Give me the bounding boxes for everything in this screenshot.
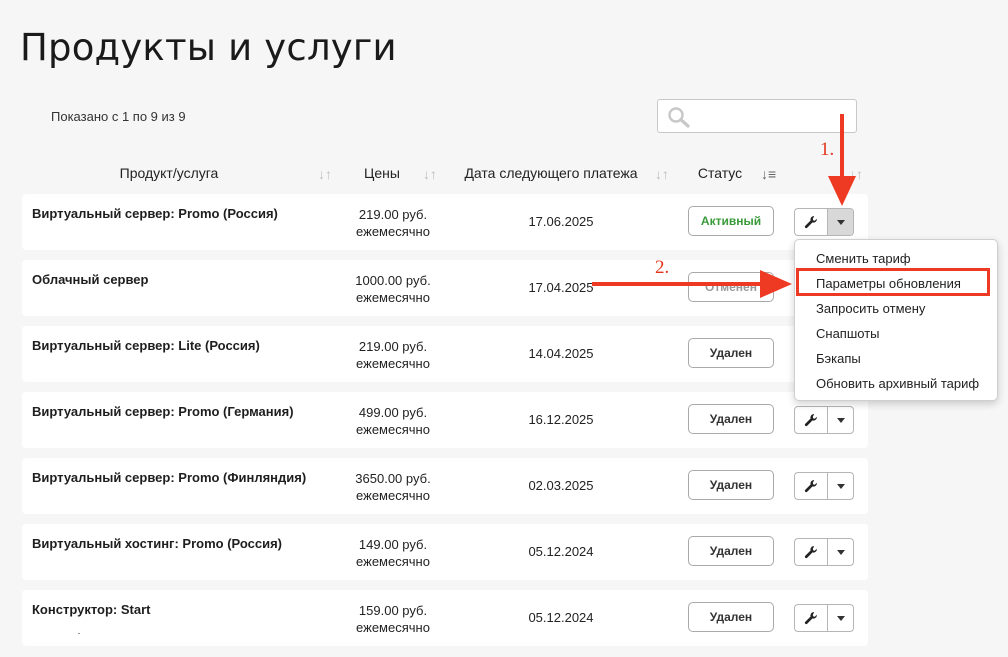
sort-icon[interactable]: ↓↑	[849, 166, 863, 182]
table-row[interactable]: Конструктор: Start 159.00 руб. ежемесячно…	[22, 590, 868, 646]
price: 159.00 руб. ежемесячно	[356, 603, 430, 635]
product-name[interactable]: Виртуальный сервер: Promo (Германия)	[32, 404, 294, 419]
sort-icon[interactable]: ↓≡	[761, 166, 776, 182]
menu-item-snapshots[interactable]: Снапшоты	[816, 326, 880, 341]
status-badge: Удален	[688, 338, 774, 368]
price: 3650.00 руб. ежемесячно	[355, 471, 431, 503]
price: 219.00 руб. ежемесячно	[356, 339, 430, 371]
column-header-product[interactable]: Продукт/услуга	[88, 165, 250, 181]
wrench-icon	[804, 216, 817, 229]
wrench-icon	[804, 612, 817, 625]
price: 1000.00 руб. ежемесячно	[355, 273, 431, 305]
table-row[interactable]: Виртуальный сервер: Promo (Россия) 219.0…	[22, 194, 868, 250]
actions-dropdown-toggle[interactable]	[827, 209, 853, 235]
table-row[interactable]: Виртуальный сервер: Lite (Россия) 219.00…	[22, 326, 868, 382]
actions-button-group[interactable]	[794, 208, 854, 236]
status-badge: Удален	[688, 536, 774, 566]
sort-icon[interactable]: ↓↑	[423, 166, 437, 182]
status-badge: Удален	[688, 404, 774, 434]
table-row[interactable]: Виртуальный хостинг: Promo (Россия) 149.…	[22, 524, 868, 580]
sort-icon[interactable]: ↓↑	[655, 166, 669, 182]
product-name[interactable]: Конструктор: Start	[32, 602, 150, 617]
next-payment-date: 05.12.2024	[528, 610, 594, 625]
caret-down-icon	[837, 549, 845, 555]
caret-down-icon	[837, 483, 845, 489]
product-name[interactable]: Виртуальный хостинг: Promo (Россия)	[32, 536, 282, 551]
caret-down-icon	[837, 219, 845, 225]
manage-button[interactable]	[795, 407, 827, 433]
next-payment-date: 17.04.2025	[528, 280, 594, 295]
price: 219.00 руб. ежемесячно	[356, 207, 430, 239]
column-header-price[interactable]: Цены	[350, 165, 414, 181]
actions-dropdown-toggle[interactable]	[827, 539, 853, 565]
actions-button-group[interactable]	[794, 406, 854, 434]
status-badge: Отменен	[688, 272, 774, 302]
step-label-1: 1.	[820, 139, 835, 160]
caret-down-icon	[837, 417, 845, 423]
wrench-icon	[804, 480, 817, 493]
next-payment-date: 02.03.2025	[528, 478, 594, 493]
table-row[interactable]: Облачный сервер 1000.00 руб. ежемесячно 1…	[22, 260, 868, 316]
product-name[interactable]: Виртуальный сервер: Promo (Россия)	[32, 206, 278, 221]
manage-button[interactable]	[795, 539, 827, 565]
caret-down-icon	[837, 615, 845, 621]
menu-item-request-cancellation[interactable]: Запросить отмену	[816, 301, 925, 316]
status-badge: Удален	[688, 602, 774, 632]
actions-dropdown-toggle[interactable]	[827, 473, 853, 499]
actions-dropdown-menu: Сменить тариф Параметры обновления Запро…	[794, 239, 998, 401]
menu-item-backups[interactable]: Бэкапы	[816, 351, 861, 366]
next-payment-date: 05.12.2024	[528, 544, 594, 559]
manage-button[interactable]	[795, 209, 827, 235]
step-label-2: 2.	[655, 257, 670, 278]
manage-button[interactable]	[795, 605, 827, 631]
dot-mark	[78, 633, 80, 634]
product-name[interactable]: Облачный сервер	[32, 272, 148, 287]
wrench-icon	[804, 414, 817, 427]
actions-dropdown-toggle[interactable]	[827, 407, 853, 433]
manage-button[interactable]	[795, 473, 827, 499]
product-name[interactable]: Виртуальный сервер: Lite (Россия)	[32, 338, 260, 353]
highlight-box	[796, 268, 990, 296]
table-row[interactable]: Виртуальный сервер: Promo (Финляндия) 36…	[22, 458, 868, 514]
next-payment-date: 14.04.2025	[528, 346, 594, 361]
actions-button-group[interactable]	[794, 472, 854, 500]
search-icon	[668, 107, 690, 128]
next-payment-date: 16.12.2025	[528, 412, 594, 427]
actions-button-group[interactable]	[794, 604, 854, 632]
menu-item-change-tariff[interactable]: Сменить тариф	[816, 251, 911, 266]
price: 149.00 руб. ежемесячно	[356, 537, 430, 569]
shown-info: Показано с 1 по 9 из 9	[51, 109, 186, 124]
table-row[interactable]: Виртуальный сервер: Promo (Германия) 499…	[22, 392, 868, 448]
search-input[interactable]	[698, 104, 852, 128]
sort-icon[interactable]: ↓↑	[318, 166, 332, 182]
actions-button-group[interactable]	[794, 538, 854, 566]
page-title: Продукты и услуги	[20, 26, 397, 69]
actions-dropdown-toggle[interactable]	[827, 605, 853, 631]
column-header-next-payment[interactable]: Дата следующего платежа	[458, 165, 644, 181]
price: 499.00 руб. ежемесячно	[356, 405, 430, 437]
status-badge: Удален	[688, 470, 774, 500]
menu-item-update-archive-tariff[interactable]: Обновить архивный тариф	[816, 376, 979, 391]
search-box[interactable]	[657, 99, 857, 133]
status-badge: Активный	[688, 206, 774, 236]
next-payment-date: 17.06.2025	[528, 214, 594, 229]
column-header-status[interactable]: Статус	[692, 165, 748, 181]
product-name[interactable]: Виртуальный сервер: Promo (Финляндия)	[32, 470, 306, 485]
wrench-icon	[804, 546, 817, 559]
